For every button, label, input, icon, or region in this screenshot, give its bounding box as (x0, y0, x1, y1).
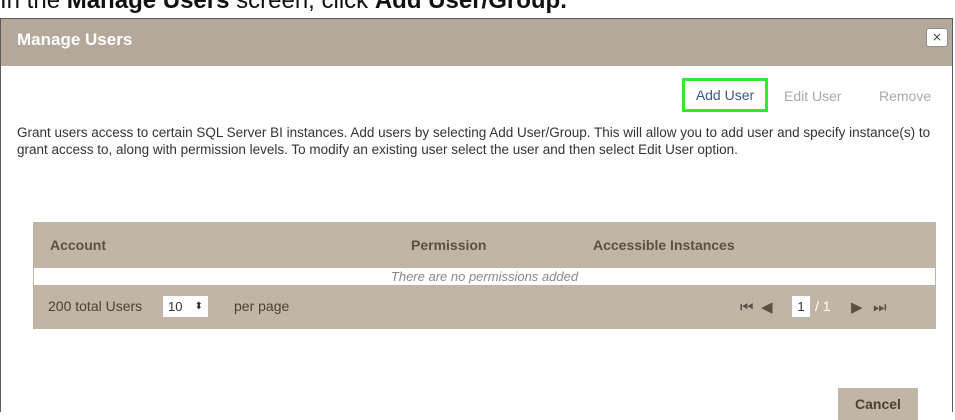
page-total-label: / 1 (815, 298, 831, 314)
edit-user-button[interactable]: Edit User (784, 81, 842, 111)
dialog-titlebar: Manage Users × (1, 19, 952, 66)
page-size-value: 10 (168, 299, 183, 314)
manage-users-dialog: Manage Users × Add User Edit User Remove… (0, 18, 953, 420)
page-size-stepper[interactable]: 10 ⬍ (163, 296, 208, 317)
instructions-text: Grant users access to certain SQL Server… (17, 125, 931, 157)
column-account[interactable]: Account (50, 237, 106, 253)
caption-screen-name: Manage Users (66, 0, 230, 14)
caption-prefix: In the (0, 0, 67, 14)
caption-middle: screen, click (229, 0, 375, 14)
grid-empty-message: There are no permissions added (33, 268, 936, 285)
caption-action: Add User/Group. (374, 0, 567, 14)
cancel-button[interactable]: Cancel (838, 388, 918, 420)
column-permission[interactable]: Permission (411, 237, 486, 253)
add-user-button[interactable]: Add User (682, 78, 768, 112)
first-page-icon[interactable]: ⏮ (740, 295, 754, 319)
prev-page-icon[interactable]: ◀ (761, 295, 773, 319)
remove-button[interactable]: Remove (879, 81, 931, 111)
close-icon[interactable]: × (926, 28, 948, 47)
last-page-icon[interactable]: ⏭ (873, 295, 887, 319)
total-users-count: 200 total Users (48, 298, 143, 314)
grid-footer: 200 total Users 10 ⬍ per page ⏮ ◀ 1 / 1 … (33, 285, 936, 329)
next-page-icon[interactable]: ▶ (851, 295, 863, 319)
dialog-title: Manage Users (17, 30, 133, 49)
current-page-input[interactable]: 1 (792, 296, 810, 317)
spinner-icon[interactable]: ⬍ (195, 296, 203, 317)
column-accessible-instances[interactable]: Accessible Instances (593, 237, 735, 253)
instruction-caption: In the Manage Users screen, click Add Us… (0, 0, 955, 15)
per-page-label: per page (234, 298, 290, 314)
grid-header: Account Permission Accessible Instances (33, 222, 936, 268)
